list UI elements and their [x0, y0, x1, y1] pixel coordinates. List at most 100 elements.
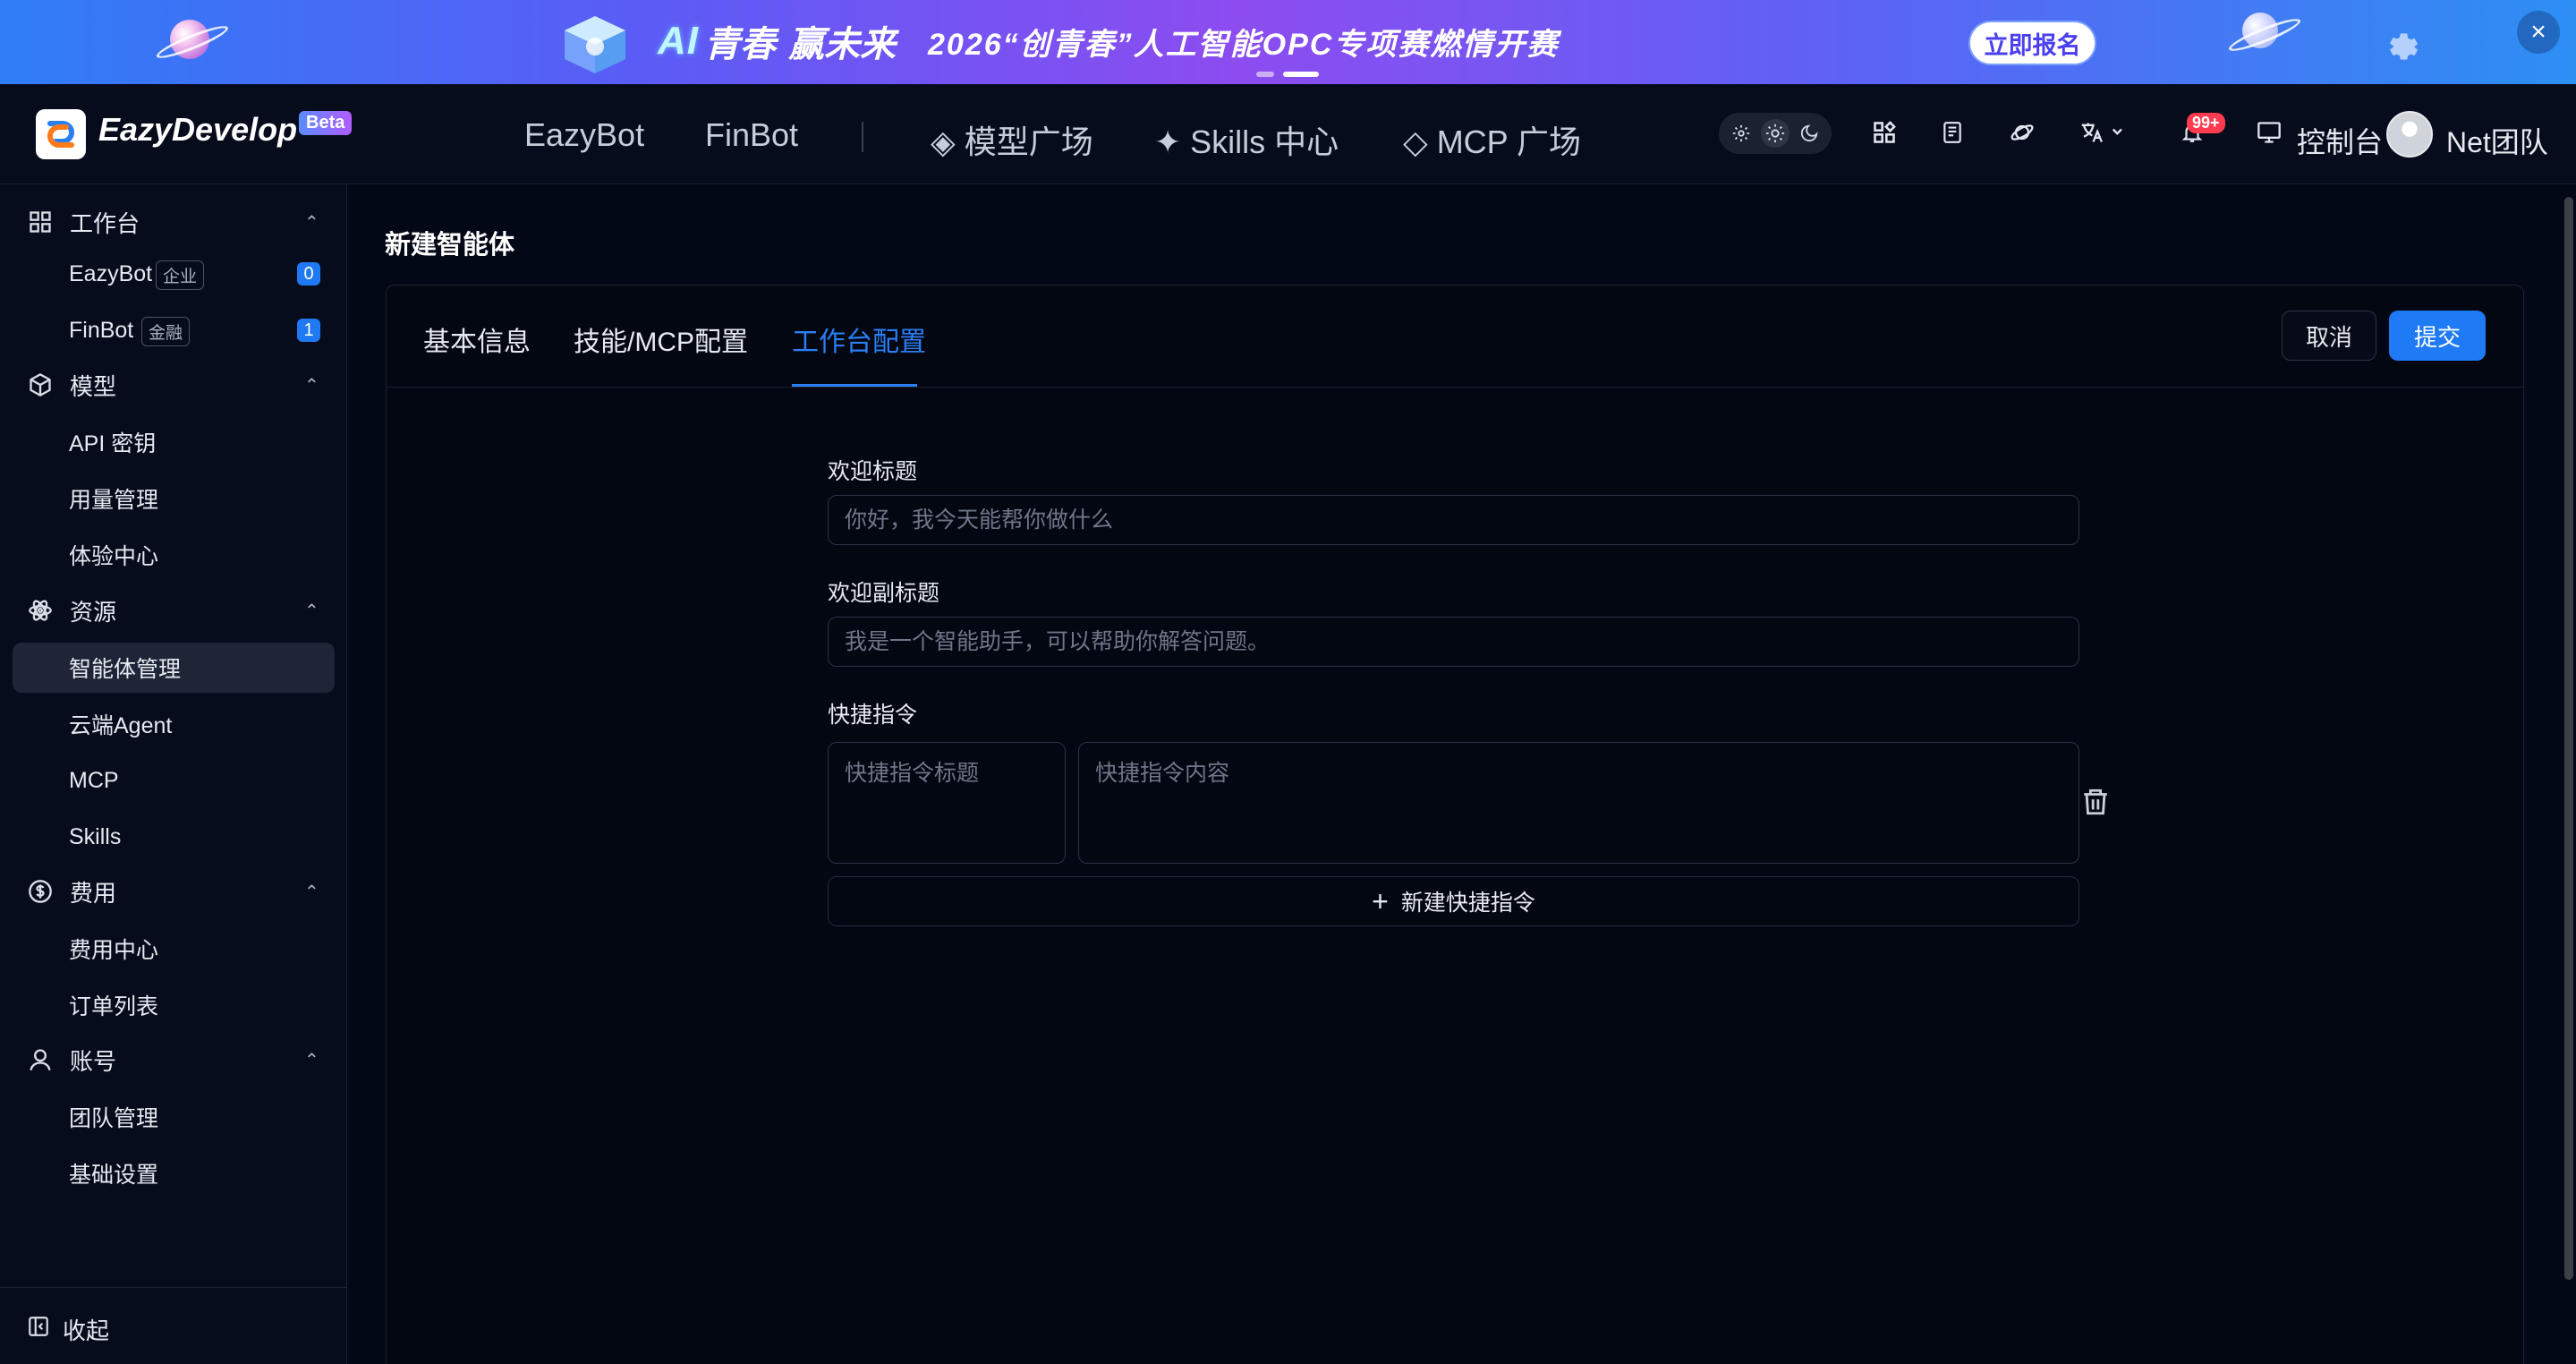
sidebar-group-resources[interactable]: 资源 ⌃	[0, 585, 347, 635]
sidebar-item-experience-center[interactable]: 体验中心	[13, 530, 335, 580]
robot-cube-icon	[565, 16, 625, 73]
banner-close-button[interactable]: ×	[2517, 11, 2560, 54]
page-title: 新建智能体	[385, 231, 515, 260]
sidebar-item-label: MCP	[69, 767, 119, 793]
sidebar-item-label: Skills	[69, 823, 122, 849]
sidebar-item-label: 基础设置	[69, 1163, 159, 1188]
sidebar-group-billing[interactable]: 费用 ⌃	[0, 866, 347, 916]
sidebar-item-team-management[interactable]: 团队管理	[13, 1092, 335, 1142]
sidebar-item-skills[interactable]: Skills	[13, 812, 335, 862]
sidebar-item-label: 体验中心	[69, 544, 159, 569]
sidebar-item-eazybot[interactable]: EazyBot 企业 0	[13, 249, 335, 299]
gear-icon	[2390, 33, 2419, 60]
welcome-subtitle-input[interactable]	[828, 617, 2079, 667]
beta-badge: Beta	[299, 111, 353, 135]
count-badge: 1	[297, 319, 320, 342]
sidebar-group-label: 模型	[70, 372, 117, 400]
sidebar-item-mcp[interactable]: MCP	[13, 755, 335, 806]
sidebar-group-model[interactable]: 模型 ⌃	[0, 360, 347, 410]
dollar-icon	[25, 876, 55, 907]
nav-link-eazybot[interactable]: EazyBot	[524, 116, 644, 154]
nav-divider	[862, 122, 863, 152]
sidebar-item-billing-center[interactable]: 费用中心	[13, 924, 335, 974]
nav-link-model-plaza[interactable]: ◈ 模型广场	[931, 116, 1093, 163]
chevron-up-icon[interactable]: ⌃	[304, 600, 319, 622]
banner-win-text: 赢未来	[788, 25, 896, 64]
collapse-icon[interactable]	[27, 1315, 50, 1338]
tab-basic-info[interactable]: 基本信息	[423, 320, 531, 359]
sidebar-item-label: API 密钥	[69, 431, 157, 456]
chevron-up-icon[interactable]: ⌃	[304, 211, 319, 234]
planet-icon	[2242, 13, 2278, 48]
form-card: 基本信息 技能/MCP配置 工作台配置 取消 提交 欢迎标题 欢迎副标题 快捷指…	[386, 285, 2524, 1364]
promo-banner[interactable]: AI 青春 赢未来 2026“创青春”人工智能OPC专项赛燃情开赛 立即报名 ×	[0, 0, 2576, 84]
sidebar-group-label: 资源	[70, 598, 117, 626]
tab-skills-mcp[interactable]: 技能/MCP配置	[574, 320, 748, 359]
chevron-up-icon[interactable]: ⌃	[304, 374, 319, 396]
sidebar-item-order-list[interactable]: 订单列表	[13, 980, 335, 1030]
sidebar-group-account[interactable]: 账号 ⌃	[0, 1035, 347, 1085]
app-root: AI 青春 赢未来 2026“创青春”人工智能OPC专项赛燃情开赛 立即报名 ×…	[0, 0, 2576, 1364]
sidebar-item-usage[interactable]: 用量管理	[13, 473, 335, 524]
chevron-up-icon[interactable]: ⌃	[304, 1049, 319, 1071]
team-name[interactable]: Net团队	[2446, 120, 2548, 161]
document-icon[interactable]	[1936, 116, 1968, 149]
apps-icon[interactable]	[1868, 116, 1900, 149]
sidebar-group-workbench[interactable]: 工作台 ⌃	[0, 197, 347, 247]
banner-dot-active[interactable]	[1283, 72, 1319, 77]
add-shortcut-button[interactable]: + 新建快捷指令	[828, 876, 2079, 926]
dark-theme-icon[interactable]	[1795, 119, 1824, 148]
collapse-label[interactable]: 收起	[63, 1313, 109, 1346]
banner-main-text: 2026“创青春”人工智能OPC专项赛燃情开赛	[928, 27, 1560, 62]
submit-button[interactable]: 提交	[2389, 311, 2486, 361]
tab-workbench-config[interactable]: 工作台配置	[792, 320, 926, 359]
sidebar-collapse[interactable]: 收起	[0, 1287, 347, 1364]
plus-icon: +	[1372, 885, 1389, 917]
sidebar-item-basic-settings[interactable]: 基础设置	[13, 1148, 335, 1198]
welcome-subtitle-label: 欢迎副标题	[828, 581, 940, 606]
translate-icon[interactable]	[2076, 116, 2130, 149]
system-theme-icon[interactable]	[1727, 119, 1756, 148]
banner-ai-text: AI	[658, 19, 699, 63]
logo-icon	[47, 121, 74, 148]
sidebar-item-label: 用量管理	[69, 488, 159, 513]
theme-switcher[interactable]	[1719, 113, 1832, 154]
nav-link-mcp-plaza[interactable]: ◇ MCP 广场	[1403, 116, 1581, 163]
nav-link-finbot[interactable]: FinBot	[705, 116, 798, 154]
console-link[interactable]: 控制台	[2297, 120, 2383, 161]
banner-dot[interactable]	[1256, 72, 1274, 77]
grid-icon	[25, 207, 55, 237]
page-scrollbar[interactable]	[2564, 197, 2573, 1280]
shortcut-title-input[interactable]	[828, 742, 1066, 864]
sidebar-item-label: FinBot	[69, 317, 134, 343]
shortcut-content-input[interactable]	[1078, 742, 2079, 864]
light-theme-icon[interactable]	[1761, 119, 1790, 148]
avatar[interactable]	[2386, 111, 2433, 158]
brand-logo[interactable]	[36, 109, 86, 159]
cancel-button[interactable]: 取消	[2282, 311, 2376, 361]
sidebar: 工作台 ⌃ EazyBot 企业 0 FinBot 金融 1 模型 ⌃ API …	[0, 184, 347, 1364]
welcome-title-input[interactable]	[828, 495, 2079, 545]
chevron-up-icon[interactable]: ⌃	[304, 881, 319, 903]
sidebar-item-api-keys[interactable]: API 密钥	[13, 417, 335, 467]
trash-icon[interactable]	[2080, 787, 2111, 817]
sidebar-item-cloud-agent[interactable]: 云端Agent	[13, 699, 335, 749]
banner-pagination[interactable]	[1256, 72, 1319, 77]
user-icon	[25, 1044, 55, 1075]
signup-button[interactable]: 立即报名	[1968, 21, 2096, 65]
monitor-icon[interactable]	[2253, 116, 2285, 149]
finance-tag: 金融	[141, 317, 191, 346]
planet-icon	[170, 20, 209, 59]
add-shortcut-label: 新建快捷指令	[1400, 891, 1535, 916]
atom-icon	[25, 595, 55, 626]
welcome-title-label: 欢迎标题	[828, 459, 918, 484]
cube-icon	[25, 370, 55, 400]
brand-name[interactable]: EazyDevelop	[98, 111, 297, 149]
banner-youth-text: 青春	[704, 25, 776, 64]
nav-link-skills-center[interactable]: ✦ Skills 中心	[1154, 116, 1339, 163]
notification-badge: 99+	[2187, 113, 2225, 133]
top-navigation: EazyDevelop Beta EazyBot FinBot ◈ 模型广场 ✦…	[0, 84, 2576, 184]
orbit-icon[interactable]	[2006, 116, 2038, 149]
sidebar-item-finbot[interactable]: FinBot 金融 1	[13, 305, 335, 355]
sidebar-item-agent-management[interactable]: 智能体管理	[13, 643, 335, 693]
